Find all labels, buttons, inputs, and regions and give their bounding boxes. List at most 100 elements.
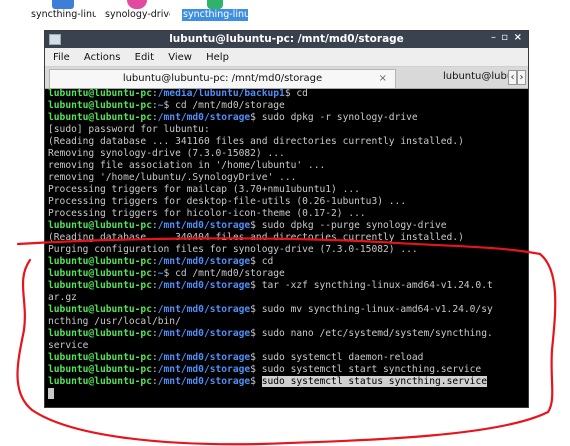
terminal-text: Processing triggers for desktop-file-uti… bbox=[48, 196, 407, 207]
terminal-line: lubuntu@lubuntu-pc:/mnt/md0/storage$ sud… bbox=[48, 304, 525, 316]
archive-icon bbox=[52, 0, 74, 9]
terminal-text: Removing synology-drive (7.3.0-15082) ..… bbox=[48, 148, 285, 159]
tab-scroll-left-icon[interactable]: ‹ bbox=[508, 70, 517, 85]
terminal-text: (Reading database ... 340404 files and d… bbox=[48, 232, 464, 243]
terminal-line: Processing triggers for mailcap (3.70+nm… bbox=[48, 184, 525, 196]
prompt-path: /media/lubuntu/backup1 bbox=[157, 88, 285, 99]
prompt-path: /mnt/md0/storage bbox=[157, 280, 251, 291]
terminal-text: $ bbox=[250, 376, 262, 387]
prompt-user-host: lubuntu@lubuntu-pc bbox=[48, 112, 152, 123]
menu-edit[interactable]: Edit bbox=[135, 48, 159, 63]
terminal-cursor-line bbox=[48, 388, 525, 400]
tab-second[interactable]: lubuntu@lubun bbox=[443, 71, 509, 82]
tab-close-icon[interactable]: × bbox=[379, 73, 387, 84]
terminal-text: $ sudo dpkg -r synology-drive bbox=[250, 112, 418, 123]
prompt-path: /mnt/md0/storage bbox=[157, 364, 251, 375]
prompt-path: /mnt/md0/storage bbox=[157, 352, 251, 363]
prompt-user-host: lubuntu@lubuntu-pc bbox=[48, 328, 152, 339]
prompt-user-host: lubuntu@lubuntu-pc bbox=[48, 256, 152, 267]
prompt-user-host: lubuntu@lubuntu-pc bbox=[48, 352, 152, 363]
prompt-path: /mnt/md0/storage bbox=[157, 256, 251, 267]
close-button[interactable]: × bbox=[514, 32, 522, 43]
menu-actions[interactable]: Actions bbox=[84, 48, 126, 63]
prompt-path: /mnt/md0/storage bbox=[157, 112, 251, 123]
selected-command: sudo systemctl status syncthing.service bbox=[261, 376, 487, 387]
terminal-line: Processing triggers for hicolor-icon-the… bbox=[48, 208, 525, 220]
terminal-text: $ tar -xzf syncthing-linux-amd64-v1.24.0… bbox=[250, 280, 493, 291]
tab-active[interactable]: lubuntu@lubuntu-pc: /mnt/md0/storage × bbox=[49, 69, 396, 88]
terminal-cursor bbox=[48, 388, 54, 399]
desktop-icon-syncthing-folder[interactable]: syncthing-linux-amd64- bbox=[182, 0, 248, 21]
terminal-line: lubuntu@lubuntu-pc:/mnt/md0/storage$ tar… bbox=[48, 280, 525, 292]
window-titlebar[interactable]: lubuntu@lubuntu-pc: /mnt/md0/storage – ▫… bbox=[45, 31, 528, 48]
prompt-user-host: lubuntu@lubuntu-pc bbox=[48, 364, 152, 375]
prompt-user-host: lubuntu@lubuntu-pc bbox=[48, 220, 152, 231]
terminal-line: service bbox=[48, 340, 525, 352]
desktop-icon-syncthing-archive[interactable]: syncthing-linux-amd64-v1.24.0 bbox=[30, 0, 96, 21]
terminal-text: $ cd bbox=[284, 88, 308, 99]
prompt-user-host: lubuntu@lubuntu-pc bbox=[48, 88, 152, 99]
terminal-text: $ sudo nano /etc/systemd/system/syncthin… bbox=[250, 328, 493, 339]
terminal-text: ncthing /usr/local/bin/ bbox=[48, 316, 181, 327]
desktop-icon-label: synology-drive-client-15082.x86 bbox=[105, 9, 170, 20]
prompt-path: /mnt/md0/storage bbox=[157, 304, 251, 315]
desktop-icon-label: syncthing-linux-amd64-v1.24.0 bbox=[31, 9, 96, 20]
tab-scroll-arrows: ‹ › bbox=[508, 70, 526, 85]
terminal-text: [sudo] password for lubuntu: bbox=[48, 124, 210, 135]
terminal-line: ncthing /usr/local/bin/ bbox=[48, 316, 525, 328]
terminal-line: Purging configuration files for synology… bbox=[48, 244, 525, 256]
terminal-line: removing file association in '/home/lubu… bbox=[48, 160, 525, 172]
terminal-line: (Reading database ... 341160 files and d… bbox=[48, 136, 525, 148]
terminal-window: lubuntu@lubuntu-pc: /mnt/md0/storage – ▫… bbox=[44, 30, 529, 408]
menu-help[interactable]: Help bbox=[206, 48, 234, 63]
terminal-line: lubuntu@lubuntu-pc:/mnt/md0/storage$ sud… bbox=[48, 352, 525, 364]
desktop-icon-synology-drive[interactable]: synology-drive-client-15082.x86 bbox=[104, 0, 170, 21]
terminal-line: Processing triggers for desktop-file-uti… bbox=[48, 196, 525, 208]
prompt-user-host: lubuntu@lubuntu-pc bbox=[48, 304, 152, 315]
desktop-icon-label: syncthing-linux-amd64- bbox=[182, 9, 248, 21]
window-title: lubuntu@lubuntu-pc: /mnt/md0/storage bbox=[169, 33, 404, 45]
terminal-text: service bbox=[48, 340, 89, 351]
tab-label: lubuntu@lubuntu-pc: /mnt/md0/storage bbox=[122, 73, 323, 84]
terminal-line: lubuntu@lubuntu-pc:~$ cd /mnt/md0/storag… bbox=[48, 100, 525, 112]
folder-icon bbox=[207, 0, 223, 9]
terminal-line: [sudo] password for lubuntu: bbox=[48, 124, 525, 136]
package-icon bbox=[127, 0, 147, 9]
terminal-line: lubuntu@lubuntu-pc:/media/lubuntu/backup… bbox=[48, 88, 525, 100]
prompt-user-host: lubuntu@lubuntu-pc bbox=[48, 376, 152, 387]
terminal-output[interactable]: lubuntu@lubuntu-pc:/media/lubuntu/backup… bbox=[48, 88, 525, 404]
terminal-line: lubuntu@lubuntu-pc:/mnt/md0/storage$ sud… bbox=[48, 364, 525, 376]
terminal-line: ar.gz bbox=[48, 292, 525, 304]
terminal-line: removing '/home/lubuntu/.SynologyDrive' … bbox=[48, 172, 525, 184]
terminal-line: lubuntu@lubuntu-pc:/mnt/md0/storage$ sud… bbox=[48, 220, 525, 232]
tab-bar: lubuntu@lubuntu-pc: /mnt/md0/storage × l… bbox=[45, 67, 528, 89]
menu-file[interactable]: File bbox=[53, 48, 75, 63]
menu-bar: File Actions Edit View Help bbox=[45, 48, 528, 67]
terminal-text: Processing triggers for mailcap (3.70+nm… bbox=[48, 184, 360, 195]
prompt-user-host: lubuntu@lubuntu-pc bbox=[48, 100, 152, 111]
maximize-button[interactable]: ▫ bbox=[501, 32, 508, 43]
prompt-user-host: lubuntu@lubuntu-pc bbox=[48, 268, 152, 279]
menu-view[interactable]: View bbox=[168, 48, 197, 63]
terminal-text: Purging configuration files for synology… bbox=[48, 244, 418, 255]
terminal-text: $ sudo mv syncthing-linux-amd64-v1.24.0/… bbox=[250, 304, 493, 315]
terminal-text: Processing triggers for hicolor-icon-the… bbox=[48, 208, 366, 219]
terminal-text: (Reading database ... 341160 files and d… bbox=[48, 136, 464, 147]
terminal-text: removing file association in '/home/lubu… bbox=[48, 160, 326, 171]
terminal-line: (Reading database ... 340404 files and d… bbox=[48, 232, 525, 244]
terminal-text: $ cd /mnt/md0/storage bbox=[163, 100, 285, 111]
prompt-user-host: lubuntu@lubuntu-pc bbox=[48, 280, 152, 291]
terminal-text: $ cd /mnt/md0/storage bbox=[163, 268, 285, 279]
terminal-text: $ sudo dpkg --purge synology-drive bbox=[250, 220, 447, 231]
terminal-text: removing '/home/lubuntu/.SynologyDrive' … bbox=[48, 172, 297, 183]
terminal-line: lubuntu@lubuntu-pc:~$ cd /mnt/md0/storag… bbox=[48, 268, 525, 280]
terminal-line: lubuntu@lubuntu-pc:/mnt/md0/storage$ sud… bbox=[48, 376, 525, 388]
terminal-text: $ cd bbox=[250, 256, 274, 267]
minimize-button[interactable]: – bbox=[491, 32, 496, 43]
terminal-line: lubuntu@lubuntu-pc:/mnt/md0/storage$ sud… bbox=[48, 328, 525, 340]
terminal-text: ar.gz bbox=[48, 292, 77, 303]
terminal-line: Removing synology-drive (7.3.0-15082) ..… bbox=[48, 148, 525, 160]
tab-scroll-right-icon[interactable]: › bbox=[517, 70, 526, 85]
terminal-line: lubuntu@lubuntu-pc:/mnt/md0/storage$ cd bbox=[48, 256, 525, 268]
prompt-path: /mnt/md0/storage bbox=[157, 328, 251, 339]
